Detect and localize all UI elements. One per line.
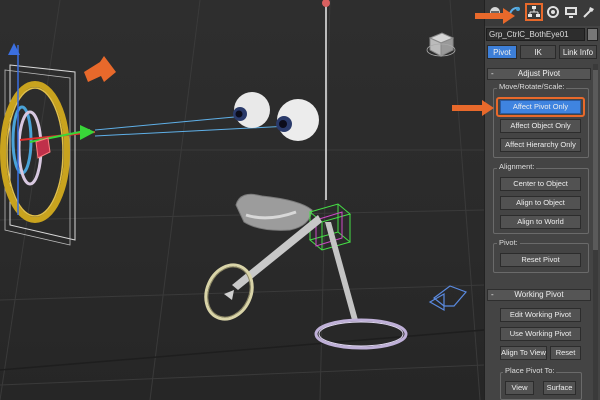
align-to-view-button[interactable]: Align To View (500, 346, 547, 360)
align-to-world-button[interactable]: Align to World (500, 215, 581, 229)
working-pivot-title: Working Pivot (514, 290, 564, 299)
adjust-pivot-title: Adjust Pivot (517, 69, 561, 78)
camera-gizmo[interactable] (428, 285, 468, 312)
object-name-field[interactable]: Grp_CtrlC_BothEye01 (486, 28, 585, 41)
ik-mode-button[interactable]: IK (520, 45, 556, 59)
scrollbar-thumb[interactable] (593, 70, 598, 250)
align-to-object-button[interactable]: Align to Object (500, 196, 581, 210)
jaw-mesh[interactable] (235, 193, 313, 231)
viewcube-icon[interactable] (426, 28, 456, 58)
affect-hierarchy-only-button[interactable]: Affect Hierarchy Only (500, 138, 581, 152)
pivot-label: Pivot: (497, 238, 520, 247)
pivot-mode-button[interactable]: Pivot (487, 45, 517, 59)
eyeballs[interactable] (233, 92, 319, 141)
working-pivot-rollout-header[interactable]: - Working Pivot (487, 289, 591, 301)
callout-arrow-affect-pivot (452, 100, 494, 116)
place-pivot-view-button[interactable]: View (505, 381, 534, 395)
callout-arrow-viewport (84, 56, 116, 82)
object-color-swatch[interactable] (587, 28, 598, 41)
move-rotate-scale-label: Move/Rotate/Scale: (497, 82, 567, 91)
utilities-icon[interactable] (580, 3, 598, 21)
place-pivot-label: Place Pivot To: (503, 366, 557, 375)
reset-working-pivot-button[interactable]: Reset (550, 346, 581, 360)
display-icon[interactable] (562, 3, 580, 21)
callout-arrow-hierarchy-tab (475, 8, 515, 24)
perspective-viewport[interactable] (0, 0, 484, 400)
use-working-pivot-button[interactable]: Use Working Pivot (500, 327, 581, 341)
hierarchy-icon[interactable] (525, 3, 543, 21)
reset-pivot-button[interactable]: Reset Pivot (500, 253, 581, 267)
place-pivot-surface-button[interactable]: Surface (543, 381, 576, 395)
motion-icon[interactable] (544, 3, 562, 21)
link-info-mode-button[interactable]: Link Info (559, 45, 597, 59)
alignment-label: Alignment: (497, 162, 537, 171)
edit-working-pivot-button[interactable]: Edit Working Pivot (500, 308, 581, 322)
center-to-object-button[interactable]: Center to Object (500, 177, 581, 191)
affect-object-only-button[interactable]: Affect Object Only (500, 119, 581, 133)
command-panel-scrollbar[interactable] (593, 64, 598, 400)
adjust-pivot-rollout-header[interactable]: - Adjust Pivot (487, 68, 591, 80)
viewport-scene (0, 0, 484, 400)
rollout-collapse-sign: - (491, 69, 494, 78)
affect-pivot-only-button[interactable]: Affect Pivot Only (500, 100, 581, 114)
rollout-collapse-sign: - (491, 290, 494, 299)
